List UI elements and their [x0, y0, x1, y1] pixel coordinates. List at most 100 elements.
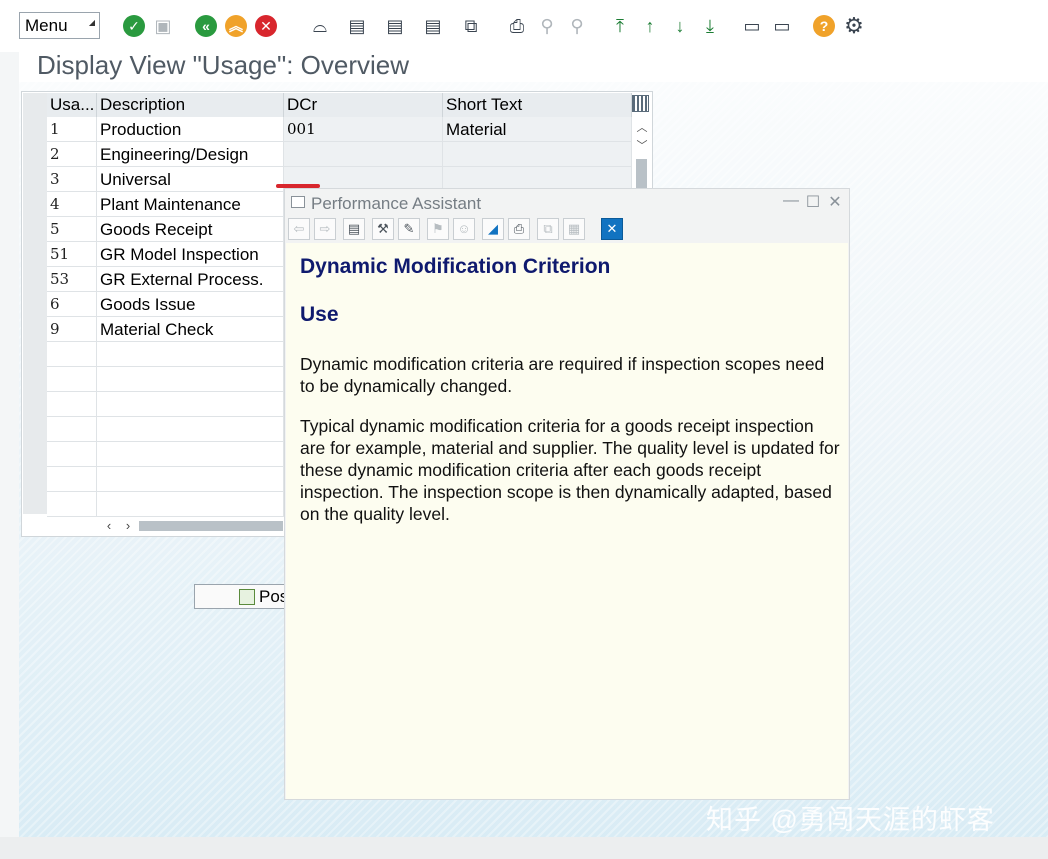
close-assistant-icon[interactable]: ✕ — [601, 218, 623, 240]
edit-document-icon[interactable]: ✎ — [398, 218, 420, 240]
page-title: Display View "Usage": Overview — [37, 50, 409, 80]
cell-description: Goods Issue — [97, 292, 284, 317]
cell-description: Plant Maintenance — [97, 192, 284, 217]
document-icon[interactable]: ▤ — [343, 218, 365, 240]
technical-info-icon[interactable]: ⚒ — [372, 218, 394, 240]
cell-usage: 51 — [47, 242, 97, 267]
cell-dcr[interactable]: 001 — [284, 117, 443, 142]
settings-icon[interactable]: ⚙ — [842, 14, 866, 38]
next-page-icon[interactable]: ↓ — [668, 14, 692, 38]
cell-usage — [47, 342, 97, 367]
horizontal-scrollbar[interactable]: ‹ › — [97, 517, 283, 535]
deselect-icon[interactable]: ▤ — [421, 14, 445, 38]
cell-description: Engineering/Design — [97, 142, 284, 167]
position-icon — [239, 589, 255, 605]
scroll-down-icon[interactable]: ﹀ — [633, 137, 651, 155]
compare-icon[interactable]: ⧉ — [459, 14, 483, 38]
cell-description — [97, 342, 284, 367]
user-icon[interactable]: ☺ — [453, 218, 475, 240]
close-icon[interactable]: ✕ — [826, 192, 844, 212]
cell-short-text[interactable] — [443, 142, 632, 167]
select-all-icon[interactable]: ▤ — [383, 14, 407, 38]
help-heading: Dynamic Modification Criterion — [300, 255, 611, 278]
glasses-icon[interactable]: ⌓ — [308, 14, 332, 38]
cell-usage — [47, 392, 97, 417]
cell-description: Goods Receipt — [97, 217, 284, 242]
cell-description — [97, 392, 284, 417]
row-selector-column[interactable] — [23, 93, 47, 514]
column-header-dcr[interactable]: DCr — [284, 93, 443, 117]
table-row[interactable]: 1 Production 001 Material — [47, 117, 632, 142]
notes-icon[interactable]: ▦ — [563, 218, 585, 240]
enter-icon[interactable]: ✓ — [122, 14, 146, 38]
create-session-icon[interactable]: ▭ — [740, 14, 764, 38]
horizontal-scroll-thumb[interactable] — [139, 521, 283, 531]
menu-caret-icon: ◢ — [88, 18, 95, 27]
forward-arrow-icon[interactable]: ⇨ — [314, 218, 336, 240]
cell-description — [97, 467, 284, 492]
cancel-icon[interactable]: ✕ — [254, 14, 278, 38]
cell-dcr[interactable] — [284, 142, 443, 167]
menu-label: Menu — [25, 16, 68, 35]
cell-usage: 1 — [47, 117, 97, 142]
performance-assistant-window: Performance Assistant — ☐ ✕ ⇦ ⇨ ▤ ⚒ ✎ ⚑ … — [284, 188, 850, 800]
column-header-usage[interactable]: Usa... — [47, 93, 97, 117]
table-settings-icon[interactable] — [632, 95, 649, 112]
table-row[interactable]: 2 Engineering/Design — [47, 142, 632, 167]
cell-usage — [47, 367, 97, 392]
print-icon[interactable]: ⎙ — [505, 14, 529, 38]
back-arrow-icon[interactable]: ⇦ — [288, 218, 310, 240]
exit-icon[interactable]: ︽ — [224, 14, 248, 38]
find-next-icon[interactable]: ⚲ — [565, 14, 589, 38]
cell-description — [97, 442, 284, 467]
column-header-description[interactable]: Description — [97, 93, 284, 117]
cell-description: Universal — [97, 167, 284, 192]
menu-button[interactable]: Menu ◢ — [19, 12, 100, 39]
cell-description: GR External Process. — [97, 267, 284, 292]
left-margin — [0, 52, 19, 837]
maximize-icon[interactable]: ☐ — [804, 192, 822, 212]
back-icon[interactable]: « — [194, 14, 218, 38]
cell-description: Production — [97, 117, 284, 142]
position-button[interactable]: Pos — [194, 584, 290, 609]
cell-usage — [47, 442, 97, 467]
cell-description — [97, 417, 284, 442]
first-page-icon[interactable]: ⤒ — [608, 14, 632, 38]
cell-usage: 53 — [47, 267, 97, 292]
application-toolbar: Menu ◢ ✓ ▣ « ︽ ✕ ⌓ ▤ ▤ ▤ ⧉ ⎙ ⚲ ⚲ ⤒ ↑ ↓ ⤓… — [0, 0, 1048, 52]
cell-usage — [47, 492, 97, 517]
cell-usage — [47, 467, 97, 492]
previous-page-icon[interactable]: ↑ — [638, 14, 662, 38]
title-bar: Display View "Usage": Overview — [19, 48, 1048, 82]
scroll-left-icon[interactable]: ‹ — [101, 517, 117, 535]
watermark: 知乎 @勇闯天涯的虾客 — [706, 805, 995, 835]
cell-usage: 3 — [47, 167, 97, 192]
display-icon[interactable]: ▤ — [345, 14, 369, 38]
cell-usage: 2 — [47, 142, 97, 167]
shortcut-icon[interactable]: ▭ — [770, 14, 794, 38]
scroll-up-icon[interactable]: ︿ — [633, 119, 651, 137]
help-document: Dynamic Modification Criterion Use Dynam… — [286, 243, 848, 799]
application-help-icon[interactable]: ⚑ — [427, 218, 449, 240]
highlight-icon[interactable]: ◢ — [482, 218, 504, 240]
help-icon[interactable]: ? — [812, 14, 836, 38]
cell-description: Material Check — [97, 317, 284, 342]
performance-assistant-title: Performance Assistant — [311, 194, 482, 213]
cell-short-text[interactable]: Material — [443, 117, 632, 142]
cell-usage: 9 — [47, 317, 97, 342]
bookmark-icon[interactable]: ⧉ — [537, 218, 559, 240]
find-icon[interactable]: ⚲ — [535, 14, 559, 38]
column-header-short-text[interactable]: Short Text — [443, 93, 632, 117]
help-paragraph: Typical dynamic modification criteria fo… — [300, 416, 840, 524]
save-icon[interactable]: ▣ — [151, 14, 175, 38]
cell-usage: 4 — [47, 192, 97, 217]
help-subheading: Use — [300, 303, 339, 326]
cell-description: GR Model Inspection — [97, 242, 284, 267]
minimize-icon[interactable]: — — [782, 192, 800, 210]
status-bar — [0, 837, 1048, 859]
scroll-right-icon[interactable]: › — [120, 517, 136, 535]
print-icon[interactable]: ⎙ — [508, 218, 530, 240]
cell-description — [97, 492, 284, 517]
cell-description — [97, 367, 284, 392]
last-page-icon[interactable]: ⤓ — [698, 14, 722, 38]
